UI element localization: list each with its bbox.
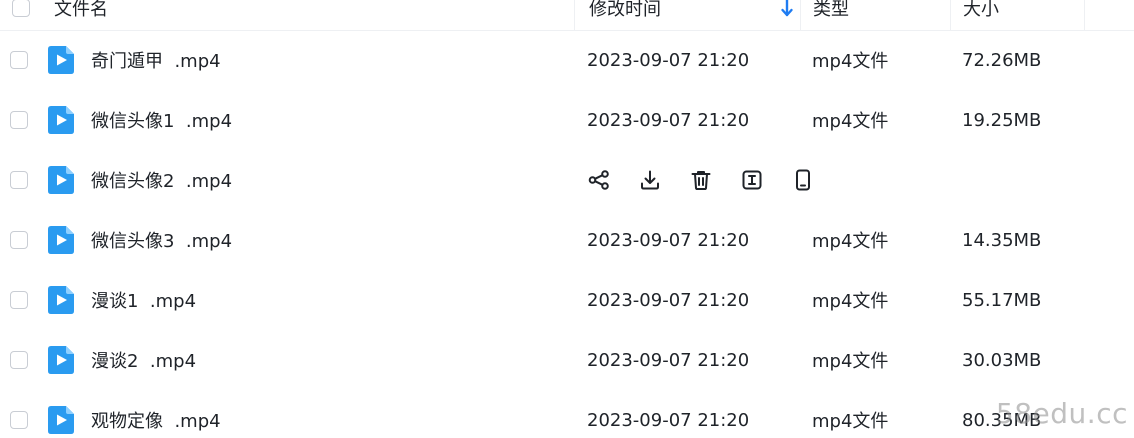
video-file-icon [48, 226, 74, 254]
column-header-time-label: 修改时间 [589, 0, 661, 20]
file-size: 14.35MB [962, 229, 1042, 251]
open-on-phone-icon[interactable] [791, 168, 815, 192]
file-type: mp4文件 [812, 111, 889, 132]
file-list-header: 文件名 修改时间 类型 大小 [0, 0, 1134, 31]
column-header-name-label: 文件名 [54, 0, 108, 20]
row-checkbox[interactable] [10, 291, 28, 309]
column-header-size-label: 大小 [963, 0, 999, 20]
column-header-name[interactable]: 文件名 [54, 0, 574, 30]
video-file-icon [48, 166, 74, 194]
file-modified-time: 2023-09-07 21:20 [587, 409, 750, 431]
row-checkbox[interactable] [10, 171, 28, 189]
file-modified-time: 2023-09-07 21:20 [587, 289, 750, 311]
file-name[interactable]: 观物定像 .mp4 [91, 390, 221, 438]
file-modified-time: 2023-09-07 21:20 [587, 109, 750, 131]
column-header-size[interactable]: 大小 [950, 0, 1084, 30]
file-name[interactable]: 漫谈2 .mp4 [91, 330, 196, 390]
download-icon[interactable] [638, 168, 662, 192]
row-checkbox[interactable] [10, 111, 28, 129]
video-file-icon [48, 106, 74, 134]
file-modified-time: 2023-09-07 21:20 [587, 349, 750, 371]
file-type: mp4文件 [812, 351, 889, 372]
select-all-cell [12, 0, 40, 30]
column-header-type[interactable]: 类型 [800, 0, 950, 30]
file-row[interactable]: 观物定像 .mp4 2023-09-07 21:20 mp4文件 80.35MB [0, 390, 1134, 438]
file-type: mp4文件 [812, 411, 889, 432]
file-type: mp4文件 [812, 51, 889, 72]
file-row[interactable]: 奇门遁甲 .mp4 2023-09-07 21:20 mp4文件 72.26MB [0, 30, 1134, 90]
file-name[interactable]: 微信头像3 .mp4 [91, 210, 232, 270]
file-row[interactable]: 漫谈1 .mp4 2023-09-07 21:20 mp4文件 55.17MB [0, 270, 1134, 330]
column-header-time[interactable]: 修改时间 [574, 0, 800, 30]
file-name[interactable]: 微信头像2 .mp4 [91, 150, 232, 210]
row-actions [587, 150, 842, 210]
file-size: 72.26MB [962, 49, 1042, 71]
share-icon[interactable] [587, 168, 611, 192]
file-size: 30.03MB [962, 349, 1042, 371]
watermark-text: 58edu.cc [995, 397, 1128, 430]
file-name[interactable]: 微信头像1 .mp4 [91, 90, 232, 150]
file-size: 55.17MB [962, 289, 1042, 311]
file-modified-time: 2023-09-07 21:20 [587, 229, 750, 251]
video-file-icon [48, 346, 74, 374]
rename-icon[interactable] [740, 168, 764, 192]
select-all-checkbox[interactable] [12, 0, 30, 17]
delete-icon[interactable] [689, 168, 713, 192]
file-row[interactable]: 微信头像3 .mp4 2023-09-07 21:20 mp4文件 14.35M… [0, 210, 1134, 270]
file-size: 19.25MB [962, 109, 1042, 131]
file-name[interactable]: 奇门遁甲 .mp4 [91, 30, 221, 90]
file-row-hovered[interactable]: 微信头像2 .mp4 [0, 150, 1134, 210]
column-header-type-label: 类型 [813, 0, 849, 20]
row-checkbox[interactable] [10, 231, 28, 249]
file-type: mp4文件 [812, 291, 889, 312]
file-row[interactable]: 漫谈2 .mp4 2023-09-07 21:20 mp4文件 30.03MB [0, 330, 1134, 390]
file-list-view: 文件名 修改时间 类型 大小 奇门遁甲 .mp4 2023-09-07 21:2… [0, 0, 1134, 438]
file-type: mp4文件 [812, 231, 889, 252]
column-header-extra [1084, 0, 1134, 30]
video-file-icon [48, 406, 74, 434]
video-file-icon [48, 286, 74, 314]
file-rows: 奇门遁甲 .mp4 2023-09-07 21:20 mp4文件 72.26MB… [0, 30, 1134, 438]
arrow-down-icon[interactable] [780, 0, 794, 18]
file-name[interactable]: 漫谈1 .mp4 [91, 270, 196, 330]
video-file-icon [48, 46, 74, 74]
row-checkbox[interactable] [10, 51, 28, 69]
row-checkbox[interactable] [10, 351, 28, 369]
file-row[interactable]: 微信头像1 .mp4 2023-09-07 21:20 mp4文件 19.25M… [0, 90, 1134, 150]
row-checkbox[interactable] [10, 411, 28, 429]
file-modified-time: 2023-09-07 21:20 [587, 49, 750, 71]
